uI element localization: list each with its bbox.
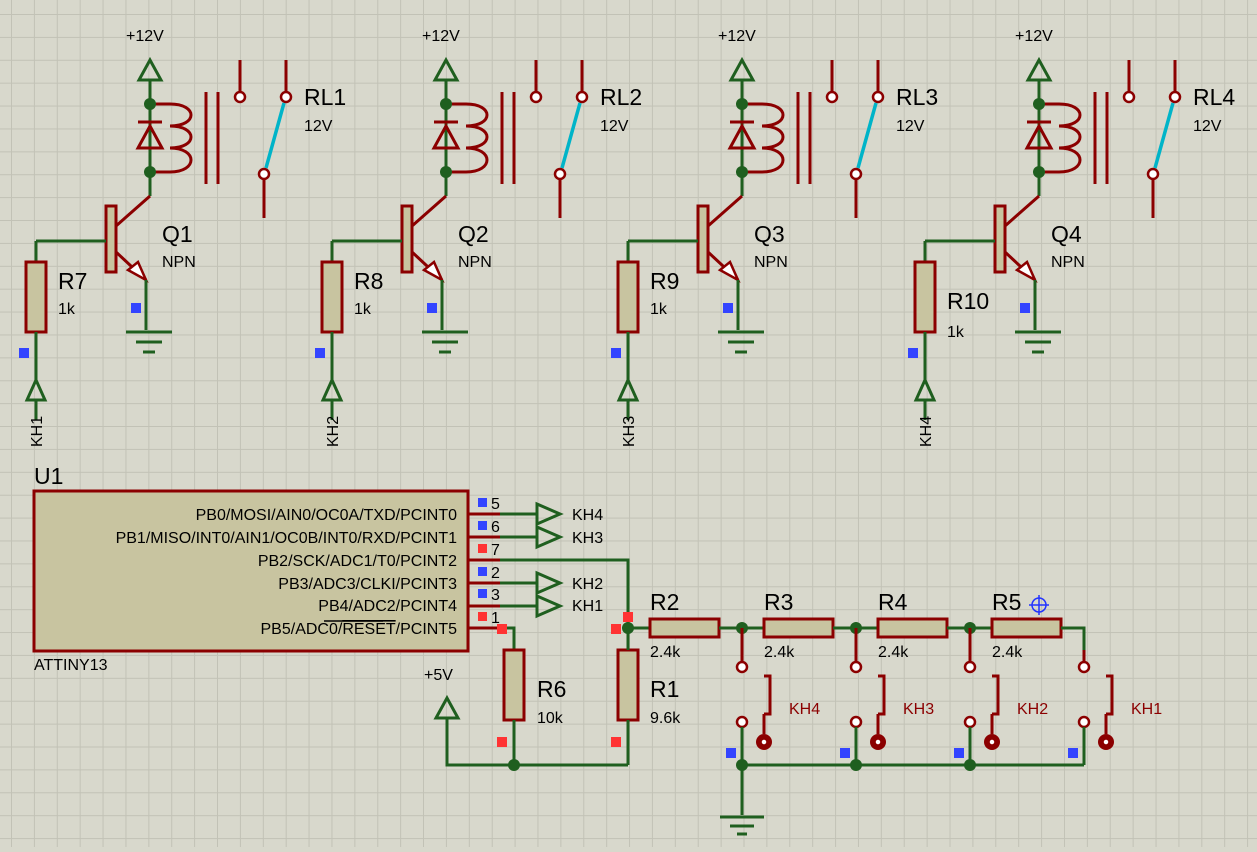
r2-value: 2.4k [650,644,681,661]
button-label-kh3: KH3 [903,701,934,718]
resistor-value-2: 1k [354,301,372,318]
mcu-pin-num-3: 2 [491,565,500,582]
mcu-part: ATTINY13 [34,657,108,674]
relay-ref-2: RL2 [600,84,642,110]
input-label-4: KH4 [918,416,935,447]
resistor-value-4: 1k [947,324,965,341]
mcu-net-kh3: KH3 [572,530,603,547]
mcu-pin-name-0: PB0/MOSI/AIN0/OC0A/TXD/PCINT0 [196,507,458,524]
resistor-ref-1: R7 [58,268,87,294]
relay-stage-2 [313,58,589,422]
mcu-pin-num-1: 6 [491,519,500,536]
r6-value: 10k [537,710,564,727]
mcu-pin-name-5: PB5/ADC0/RESET/PCINT5 [261,621,458,638]
relay-ref-1: RL1 [304,84,346,110]
transistor-ref-4: Q4 [1051,221,1082,247]
r2-ref: R2 [650,589,679,615]
r4-value: 2.4k [878,644,909,661]
mcu-pin-num-2: 7 [491,542,500,559]
transistor-type-1: NPN [162,254,196,271]
supply-label-2: +12V [422,28,460,45]
r6-ref: R6 [537,676,566,702]
relay-value-2: 12V [600,118,629,135]
relay-value-4: 12V [1193,118,1222,135]
resistor-ref-4: R10 [947,288,989,314]
r5-value: 2.4k [992,644,1023,661]
relay-ref-3: RL3 [896,84,938,110]
button-label-kh4: KH4 [789,701,820,718]
supply-label-4: +12V [1015,28,1053,45]
mcu-pin-name-3: PB3/ADC3/CLKI/PCINT3 [278,576,457,593]
button-label-kh1: KH1 [1131,701,1162,718]
schematic-canvas: +12V RL1 12V Q1 NPN R7 1k KH1 +12V RL2 1… [17,28,1235,836]
schematic-sheet[interactable]: +12V RL1 12V Q1 NPN R7 1k KH1 +12V RL2 1… [0,0,1257,847]
mcu-pin-name-4: PB4/ADC2/PCINT4 [318,598,457,615]
button-label-kh2: KH2 [1017,701,1048,718]
transistor-type-4: NPN [1051,254,1085,271]
transistor-type-2: NPN [458,254,492,271]
mcu-net-kh4: KH4 [572,507,603,524]
mcu-pin-name-1: PB1/MISO/INT0/AIN1/OC0B/INT0/RXD/PCINT1 [116,530,458,547]
r1-ref: R1 [650,676,679,702]
r5-ref: R5 [992,589,1021,615]
mcu-net-kh1: KH1 [572,598,603,615]
transistor-ref-3: Q3 [754,221,785,247]
relay-value-1: 12V [304,118,333,135]
mcu-pin-num-4: 3 [491,587,500,604]
r3-ref: R3 [764,589,793,615]
relay-stage-3 [609,58,885,422]
r3-value: 2.4k [764,644,795,661]
input-label-3: KH3 [621,416,638,447]
mcu-pin-name-2: PB2/SCK/ADC1/T0/PCINT2 [258,553,457,570]
input-label-1: KH1 [29,416,46,447]
transistor-ref-1: Q1 [162,221,193,247]
resistor-value-3: 1k [650,301,668,318]
mcu-net-kh2: KH2 [572,576,603,593]
resistor-ref-3: R9 [650,268,679,294]
r4-ref: R4 [878,589,908,615]
mcu-ref: U1 [34,463,63,489]
transistor-type-3: NPN [754,254,788,271]
input-label-2: KH2 [325,416,342,447]
transistor-ref-2: Q2 [458,221,489,247]
power-5v-label: +5V [424,667,453,684]
relay-value-3: 12V [896,118,925,135]
relay-stage-1 [17,58,293,422]
r1-value: 9.6k [650,710,681,727]
resistor-value-1: 1k [58,301,76,318]
relay-stage-4 [906,58,1182,422]
microcontroller-u1: U1 ATTINY13 PB0/MOSI/AIN0/OC0A/TXD/PCINT… [32,463,500,674]
mcu-pin-num-0: 5 [491,496,500,513]
relay-ref-4: RL4 [1193,84,1235,110]
supply-label-3: +12V [718,28,756,45]
resistor-ref-2: R8 [354,268,383,294]
supply-label-1: +12V [126,28,164,45]
